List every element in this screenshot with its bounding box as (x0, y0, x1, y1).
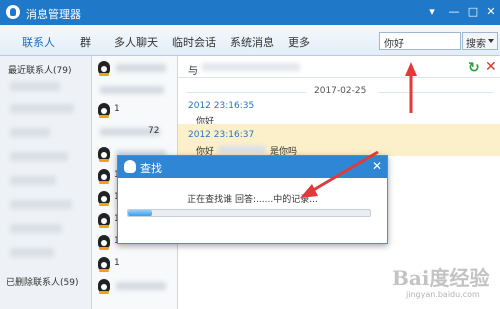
search-button-label: 搜索 (466, 39, 486, 50)
app-logo-icon (124, 160, 136, 173)
close-icon[interactable]: ✕ (372, 159, 382, 173)
blurred-contact-name (100, 86, 164, 94)
delete-icon[interactable]: ✕ (485, 59, 497, 75)
group-deleted-contacts[interactable]: 已删除联系人(59) (6, 275, 78, 288)
window-title: 消息管理器 (26, 8, 81, 21)
group-recent-contacts[interactable]: 最近联系人(79) (8, 63, 71, 76)
search-status-text: 正在查找谁 回答:......中的记录... (187, 195, 318, 205)
menu-dropdown-icon[interactable]: ▾ (424, 4, 440, 20)
chevron-down-icon (488, 39, 494, 43)
group-panel: 最近联系人(79) (0, 56, 92, 309)
contact-avatar-icon (98, 147, 110, 162)
contact-avatar-icon (98, 169, 110, 184)
dialog-title-bar: 查找 ✕ (118, 156, 387, 178)
blurred-group (10, 128, 50, 137)
contact-mark: 1 (114, 104, 120, 114)
close-icon[interactable]: ✕ (483, 4, 499, 20)
list-item[interactable] (96, 82, 176, 98)
find-dialog: 查找 ✕ 正在查找谁 回答:......中的记录... (117, 155, 388, 244)
search-progress-fill (128, 210, 153, 216)
contact-avatar-icon (98, 257, 110, 272)
search-button[interactable]: 搜索 (462, 32, 498, 50)
with-contact-label: 与 (188, 66, 198, 77)
maximize-icon[interactable]: □ (465, 4, 481, 20)
contact-avatar-icon (98, 235, 110, 250)
blurred-contact-name (116, 64, 166, 72)
dialog-title: 查找 (140, 162, 162, 175)
contact-mark: 1 (114, 258, 120, 268)
tab-groups[interactable]: 群 (80, 34, 91, 50)
watermark-url: jingyan.baidu.com (406, 290, 480, 299)
tab-temp-session[interactable]: 临时会话 (172, 34, 216, 50)
blurred-group (10, 224, 62, 233)
list-item[interactable]: 1 (96, 102, 176, 118)
contact-avatar-icon (98, 103, 110, 118)
message-header: 与 ↻ ✕ (178, 56, 500, 78)
contact-avatar-icon (98, 61, 110, 76)
blurred-group (10, 104, 74, 113)
list-item[interactable]: 1 (96, 256, 176, 272)
blurred-contact-name (202, 63, 300, 71)
message-time: 2012 23:16:37 (188, 130, 255, 140)
contact-avatar-icon (98, 213, 110, 228)
blurred-group (10, 176, 56, 185)
blurred-group (10, 200, 72, 209)
tab-more[interactable]: 更多 (288, 34, 310, 50)
tab-contacts[interactable]: 联系人 (22, 34, 55, 50)
message-date: 2017-02-25 (314, 86, 367, 96)
list-item[interactable] (96, 278, 176, 294)
contact-avatar-icon (98, 279, 110, 294)
list-item[interactable]: 72 (96, 124, 176, 140)
message-time: 2012 23:16:35 (188, 101, 255, 111)
date-separator: 2017-02-25 (178, 86, 500, 98)
contact-mark: 72 (148, 126, 160, 136)
search-input[interactable]: 你好 (379, 32, 461, 50)
tab-multi-chat[interactable]: 多人聊天 (114, 34, 158, 50)
blurred-message-text (218, 146, 266, 154)
app-logo-icon (6, 5, 20, 19)
blurred-group (10, 82, 60, 91)
tab-system-messages[interactable]: 系统消息 (230, 34, 274, 50)
contact-avatar-icon (98, 191, 110, 206)
blurred-contact-name (116, 282, 166, 290)
watermark-logo: Bai度经验 (392, 266, 490, 290)
minimize-icon[interactable]: — (446, 4, 462, 20)
refresh-icon[interactable]: ↻ (468, 60, 480, 76)
title-bar: 消息管理器 ▾ — □ ✕ (0, 0, 500, 25)
blurred-group (10, 152, 68, 161)
search-progress-bar (127, 209, 371, 217)
list-item[interactable] (96, 60, 176, 76)
blurred-group (10, 248, 54, 257)
